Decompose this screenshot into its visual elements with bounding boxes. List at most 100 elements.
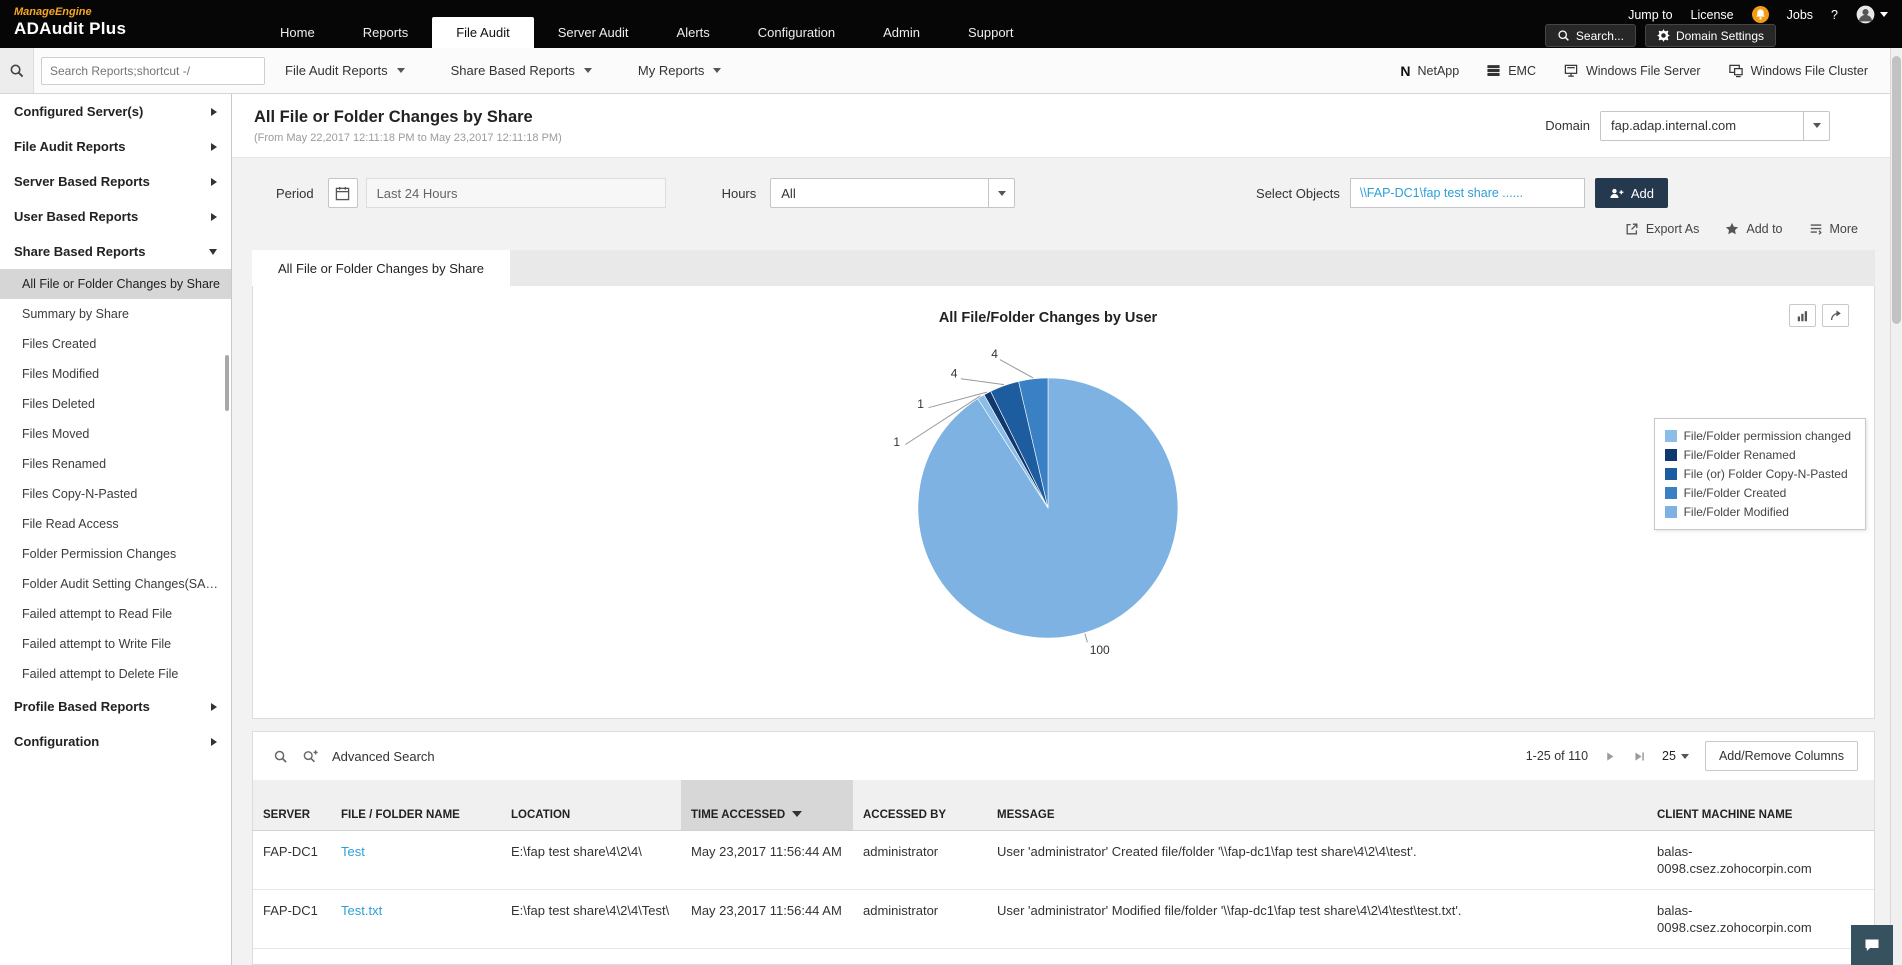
legend-item-file-folder-created[interactable]: File/Folder Created [1664, 486, 1851, 500]
sidebar-item-files-copy-n-pasted[interactable]: Files Copy-N-Pasted [0, 479, 231, 509]
sidebar-item-files-modified[interactable]: Files Modified [0, 359, 231, 389]
user-menu[interactable] [1856, 5, 1888, 24]
sidebar-group-server-based-reports[interactable]: Server Based Reports [0, 164, 231, 199]
server-type-label: Windows File Server [1585, 63, 1701, 78]
export-as-label: Export As [1645, 222, 1700, 236]
report-search-input[interactable] [41, 56, 265, 85]
sidebar-item-files-deleted[interactable]: Files Deleted [0, 389, 231, 419]
export-as-button[interactable]: Export As [1625, 222, 1700, 236]
column-header-label: MESSAGE [997, 808, 1055, 821]
more-icon [1809, 222, 1823, 236]
server-type-netapp[interactable]: N NetApp [1400, 63, 1459, 79]
filter-row: Period Hours All Select Objects Add [232, 158, 1902, 220]
nav-tab-reports[interactable]: Reports [339, 17, 433, 48]
column-header-location[interactable]: LOCATION [501, 780, 681, 831]
column-header-message[interactable]: MESSAGE [987, 780, 1647, 831]
column-header-label: TIME ACCESSED [691, 808, 786, 821]
topbar-link-jump-to[interactable]: Jump to [1628, 8, 1672, 22]
menu-share-based-reports[interactable]: Share Based Reports [451, 63, 592, 78]
legend-item-file-or-folder-copy-n-pasted[interactable]: File (or) Folder Copy-N-Pasted [1664, 467, 1851, 481]
nav-tab-admin[interactable]: Admin [859, 17, 944, 48]
more-button[interactable]: More [1809, 222, 1858, 236]
sidebar-group-profile-based-reports[interactable]: Profile Based Reports [0, 689, 231, 724]
column-header-server[interactable]: SERVER [253, 780, 331, 831]
sidebar-scrollbar-thumb[interactable] [225, 355, 229, 411]
sidebar-item-files-moved[interactable]: Files Moved [0, 419, 231, 449]
file-link[interactable]: Test [341, 844, 365, 859]
chart-type-icon[interactable] [1789, 304, 1816, 327]
hours-select[interactable]: All [770, 178, 1016, 208]
nav-tab-support[interactable]: Support [944, 17, 1038, 48]
server-type-windows-file-server[interactable]: Windows File Server [1563, 63, 1701, 78]
topbar-link-license[interactable]: License [1691, 8, 1734, 22]
next-page-icon[interactable] [1604, 750, 1617, 763]
nav-tab-home[interactable]: Home [256, 17, 339, 48]
column-header-file-folder-name[interactable]: FILE / FOLDER NAME [331, 780, 501, 831]
domain-select[interactable]: fap.adap.internal.com [1600, 110, 1830, 141]
legend-item-file-folder-modified[interactable]: File/Folder Modified [1664, 505, 1851, 519]
nav-tab-server-audit[interactable]: Server Audit [534, 17, 653, 48]
sidebar-item-all-file-or-folder-changes-by-share[interactable]: All File or Folder Changes by Share [0, 269, 231, 299]
page-size-select[interactable]: 25 [1662, 749, 1689, 763]
legend-item-file-folder-permission-changed[interactable]: File/Folder permission changed [1664, 429, 1851, 443]
column-header-client-machine-name[interactable]: CLIENT MACHINE NAME [1647, 780, 1847, 831]
report-date-range: (From May 22,2017 12:11:18 PM to May 23,… [254, 131, 562, 144]
column-header-time-accessed[interactable]: TIME ACCESSED [681, 780, 853, 831]
tab-all-file-or-folder-changes-by-share[interactable]: All File or Folder Changes by Share [252, 250, 510, 286]
topbar-link-jobs[interactable]: Jobs [1787, 8, 1813, 22]
sidebar-item-files-renamed[interactable]: Files Renamed [0, 449, 231, 479]
column-search-icon[interactable] [273, 749, 288, 764]
sidebar-item-folder-permission-changes[interactable]: Folder Permission Changes [0, 539, 231, 569]
calendar-icon[interactable] [327, 178, 358, 208]
help-icon[interactable]: ? [1831, 8, 1838, 22]
advanced-search-icon[interactable] [302, 749, 318, 764]
vertical-scrollbar[interactable] [1890, 48, 1902, 965]
sidebar-item-file-read-access[interactable]: File Read Access [0, 509, 231, 539]
period-input[interactable] [365, 178, 666, 208]
column-header-accessed-by[interactable]: ACCESSED BY [853, 780, 987, 831]
add-remove-columns-button[interactable]: Add/Remove Columns [1704, 741, 1858, 771]
search-icon[interactable] [0, 48, 34, 93]
server-type-emc[interactable]: EMC [1486, 63, 1536, 78]
column-header-filler [1847, 780, 1874, 831]
chevron-down-icon [713, 68, 722, 73]
global-search-button[interactable]: Search... [1544, 24, 1636, 47]
sidebar-item-failed-attempt-to-read-file[interactable]: Failed attempt to Read File [0, 599, 231, 629]
more-label: More [1829, 222, 1858, 236]
notification-icon[interactable] [1751, 6, 1769, 23]
server-type-windows-file-cluster[interactable]: Windows File Cluster [1728, 63, 1868, 78]
scrollbar-thumb[interactable] [1892, 56, 1901, 324]
sidebar-item-failed-attempt-to-delete-file[interactable]: Failed attempt to Delete File [0, 659, 231, 689]
nav-tab-alerts[interactable]: Alerts [653, 17, 734, 48]
sort-desc-icon [792, 811, 803, 818]
menu-my-reports[interactable]: My Reports [638, 63, 722, 78]
column-header-label: FILE / FOLDER NAME [341, 808, 460, 821]
legend-label: File/Folder Renamed [1683, 448, 1796, 462]
chart-tools [1789, 304, 1849, 327]
menu-file-audit-reports[interactable]: File Audit Reports [285, 63, 405, 78]
sidebar-group-file-audit-reports[interactable]: File Audit Reports [0, 129, 231, 164]
sidebar-group-configuration[interactable]: Configuration [0, 724, 231, 759]
sidebar-item-summary-by-share[interactable]: Summary by Share [0, 299, 231, 329]
chat-button[interactable] [1851, 925, 1893, 965]
nav-tab-configuration[interactable]: Configuration [734, 17, 859, 48]
select-objects-input[interactable] [1349, 178, 1585, 208]
legend-label: File/Folder permission changed [1683, 429, 1851, 443]
legend-item-file-folder-renamed[interactable]: File/Folder Renamed [1664, 448, 1851, 462]
pie-value-label: 4 [951, 367, 958, 381]
sidebar-group-user-based-reports[interactable]: User Based Reports [0, 199, 231, 234]
file-link[interactable]: Test.txt [341, 903, 382, 918]
advanced-search-label[interactable]: Advanced Search [332, 749, 435, 764]
sidebar-item-failed-attempt-to-write-file[interactable]: Failed attempt to Write File [0, 629, 231, 659]
sidebar-item-folder-audit-setting-changes-sacl[interactable]: Folder Audit Setting Changes(SACL) [0, 569, 231, 599]
domain-settings-button[interactable]: Domain Settings [1644, 24, 1776, 47]
add-to-button[interactable]: Add to [1725, 222, 1783, 236]
sidebar-group-configured-server-s[interactable]: Configured Server(s) [0, 94, 231, 129]
last-page-icon[interactable] [1633, 750, 1646, 763]
cell-by: administrator [853, 830, 987, 890]
add-object-button[interactable]: Add [1594, 178, 1668, 208]
sidebar-group-share-based-reports[interactable]: Share Based Reports [0, 234, 231, 269]
nav-tab-file-audit[interactable]: File Audit [432, 17, 534, 48]
chart-export-icon[interactable] [1822, 304, 1849, 327]
sidebar-item-files-created[interactable]: Files Created [0, 329, 231, 359]
